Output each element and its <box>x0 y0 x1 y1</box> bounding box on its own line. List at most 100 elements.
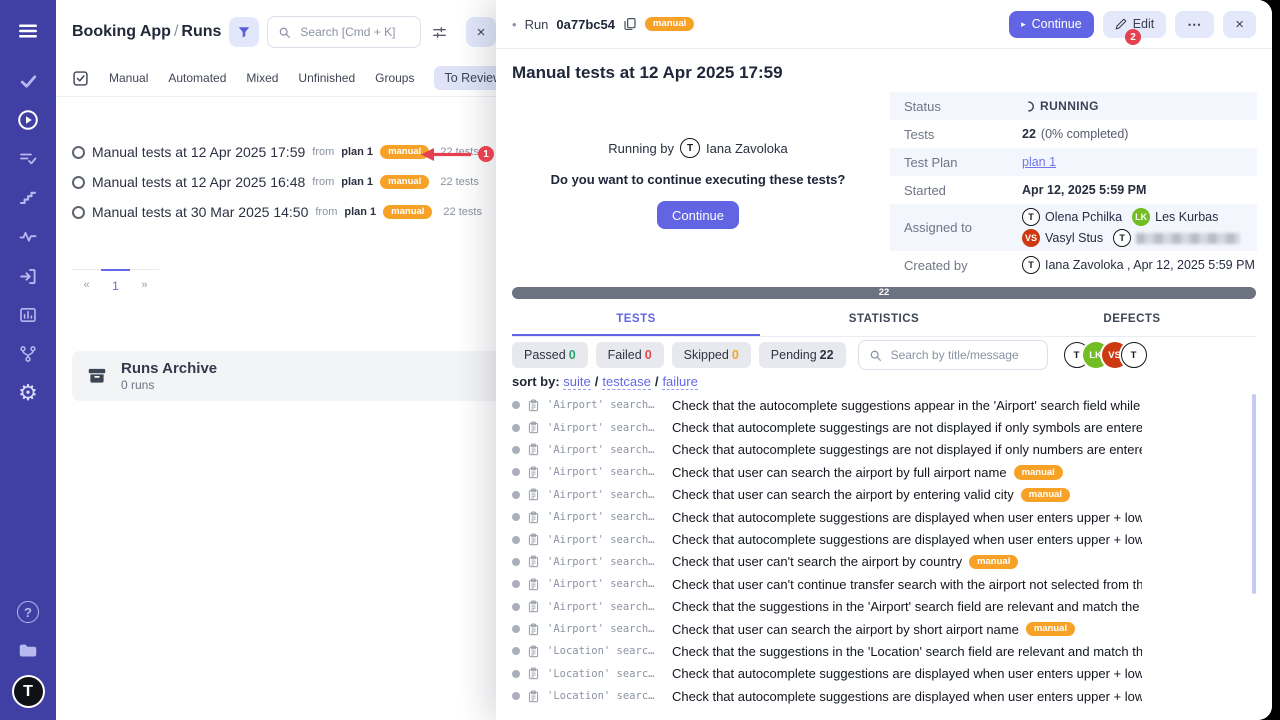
runs-tab-mixed[interactable]: Mixed <box>246 71 278 85</box>
pagination-next-button[interactable]: » <box>130 269 159 300</box>
test-row[interactable]: 'Airport' search…Check that autocomplete… <box>512 439 1256 461</box>
test-title[interactable]: Check that autocomplete suggestions are … <box>672 532 1142 547</box>
manual-badge: manual <box>383 205 432 220</box>
test-title[interactable]: Check that user can't search the airport… <box>672 554 962 569</box>
runs-tab-to-review[interactable]: To Review <box>434 66 496 90</box>
test-title[interactable]: Check that autocomplete suggestions are … <box>672 510 1142 525</box>
test-row[interactable]: 'Airport' search…Check that user can't s… <box>512 551 1256 573</box>
filter-chip-pending[interactable]: Pending22 <box>759 342 846 368</box>
test-row[interactable]: 'Airport' search…Check that autocomplete… <box>512 506 1256 528</box>
test-row[interactable]: 'Airport' search…Check that autocomplete… <box>512 528 1256 550</box>
test-row[interactable]: 'Airport' search…Check that user can sea… <box>512 484 1256 506</box>
test-row[interactable]: 'Airport' search…Check that the autocomp… <box>512 394 1256 416</box>
runs-search[interactable] <box>267 16 421 48</box>
test-title[interactable]: Check that user can search the airport b… <box>672 622 1019 637</box>
test-row[interactable]: 'Airport' search… Check that user can't c… <box>512 573 1256 595</box>
runs-filter-tabs: Manual Automated Mixed Unfinished Groups To R… <box>56 60 496 97</box>
test-list-scrollbar[interactable] <box>1252 394 1256 594</box>
test-status-dot <box>512 468 520 476</box>
pagination-prev-button[interactable]: « <box>72 269 101 300</box>
copy-icon[interactable] <box>623 17 637 31</box>
test-row[interactable]: 'Airport' search…Check that user can sea… <box>512 618 1256 640</box>
pagination-page-1[interactable]: 1 <box>101 269 130 301</box>
testcase-icon <box>527 533 540 546</box>
suites-list-icon[interactable] <box>12 146 44 172</box>
more-actions-button[interactable]: ⋯ <box>1175 11 1214 38</box>
test-list: 'Airport' search… Check that the autocomp… <box>512 394 1256 710</box>
test-row[interactable]: 'Location' searc…Check that autocomplete… <box>512 685 1256 707</box>
test-title[interactable]: Check that user can't continue transfer … <box>672 577 1142 592</box>
test-title[interactable]: Check that user can search the airport b… <box>672 465 1007 480</box>
detail-row-status: Status RUNNING <box>890 92 1257 120</box>
test-row[interactable]: 'Location' searc…Check that autocomplete… <box>512 663 1256 685</box>
close-run-detail-button[interactable]: × <box>1223 11 1256 38</box>
sign-in-icon[interactable] <box>12 263 44 289</box>
runs-search-input[interactable] <box>298 24 410 40</box>
menu-icon[interactable] <box>12 18 44 44</box>
runs-play-icon[interactable] <box>12 107 44 133</box>
run-item-title[interactable]: Manual tests at 30 Mar 2025 14:50 <box>92 204 308 220</box>
tab-statistics[interactable]: STATISTICS <box>760 304 1008 336</box>
continue-prompt-button[interactable]: Continue <box>657 201 739 229</box>
settings-gear-icon[interactable]: ⚙ <box>12 380 44 406</box>
select-all-checkbox-icon[interactable] <box>72 70 89 87</box>
run-list-item[interactable]: Manual tests at 30 Mar 2025 14:50frompla… <box>56 197 496 227</box>
tasks-check-icon[interactable] <box>12 68 44 94</box>
test-row[interactable]: 'Airport' search…Check that user can sea… <box>512 461 1256 483</box>
breadcrumb-project[interactable]: Booking App <box>72 23 171 40</box>
tests-search-input[interactable] <box>889 347 1037 363</box>
continue-run-button[interactable]: ▸ Continue <box>1009 11 1094 38</box>
run-item-title[interactable]: Manual tests at 12 Apr 2025 17:59 <box>92 144 305 160</box>
run-plan-name: plan 1 <box>344 206 376 218</box>
tab-tests[interactable]: TESTS <box>512 304 760 336</box>
view-settings-button[interactable] <box>429 22 450 43</box>
filter-chip-passed[interactable]: Passed0 <box>512 342 588 368</box>
runs-tab-manual[interactable]: Manual <box>109 71 148 85</box>
sort-link-testcase[interactable]: testcase <box>602 374 650 390</box>
assignee-avatar: T <box>1022 208 1040 226</box>
reports-chart-icon[interactable] <box>12 302 44 328</box>
sliders-icon <box>431 24 448 41</box>
close-runs-panel-button[interactable]: × <box>466 17 496 47</box>
test-row[interactable]: 'Airport' search…Check that autocomplete… <box>512 416 1256 438</box>
filter-button[interactable] <box>229 17 259 47</box>
suite-name: 'Location' searc… <box>547 645 665 657</box>
search-icon <box>278 26 291 39</box>
run-list-item[interactable]: Manual tests at 12 Apr 2025 16:48frompla… <box>56 167 496 197</box>
run-item-title[interactable]: Manual tests at 12 Apr 2025 16:48 <box>92 174 305 190</box>
suite-name: 'Airport' search… <box>547 578 665 590</box>
test-title[interactable]: Check that the autocomplete suggestions … <box>672 398 1142 413</box>
user-avatar[interactable]: T <box>14 677 43 706</box>
activity-pulse-icon[interactable] <box>12 224 44 250</box>
test-title[interactable]: Check that the suggestions in the 'Locat… <box>672 644 1142 659</box>
testcase-icon <box>527 667 540 680</box>
tests-search[interactable] <box>858 340 1048 370</box>
test-title[interactable]: Check that autocomplete suggestings are … <box>672 442 1142 457</box>
test-filters-row: Passed0Failed0Skipped0Pending22 TLKVST <box>512 340 1256 370</box>
test-row[interactable]: 'Airport' search…Check that the suggesti… <box>512 596 1256 618</box>
tab-defects[interactable]: DEFECTS <box>1008 304 1256 336</box>
branch-icon[interactable] <box>12 341 44 367</box>
test-title[interactable]: Check that autocomplete suggestions are … <box>672 666 1142 681</box>
test-title[interactable]: Check that autocomplete suggestions are … <box>672 689 1142 704</box>
runs-tab-groups[interactable]: Groups <box>375 71 414 85</box>
runs-archive-row[interactable]: Runs Archive 0 runs <box>72 351 496 401</box>
test-row[interactable]: 'Location' searc… Check that the suggesti… <box>512 640 1256 662</box>
sort-link-failure[interactable]: failure <box>662 374 697 390</box>
runs-tab-automated[interactable]: Automated <box>168 71 226 85</box>
filter-chip-failed[interactable]: Failed0 <box>596 342 664 368</box>
group-avatar[interactable]: T <box>1121 342 1147 368</box>
spinner-icon <box>1022 100 1035 113</box>
run-status-icon <box>72 146 85 159</box>
test-plan-link[interactable]: plan 1 <box>1022 155 1056 169</box>
manual-badge: manual <box>1026 622 1075 637</box>
test-title[interactable]: Check that autocomplete suggestings are … <box>672 420 1142 435</box>
help-icon[interactable]: ? <box>12 599 44 625</box>
filter-chip-skipped[interactable]: Skipped0 <box>672 342 751 368</box>
sort-link-suite[interactable]: suite <box>563 374 590 390</box>
steps-icon[interactable] <box>12 185 44 211</box>
test-title[interactable]: Check that user can search the airport b… <box>672 487 1014 502</box>
projects-folder-icon[interactable] <box>12 638 44 664</box>
runs-tab-unfinished[interactable]: Unfinished <box>298 71 355 85</box>
test-title[interactable]: Check that the suggestions in the 'Airpo… <box>672 599 1142 614</box>
